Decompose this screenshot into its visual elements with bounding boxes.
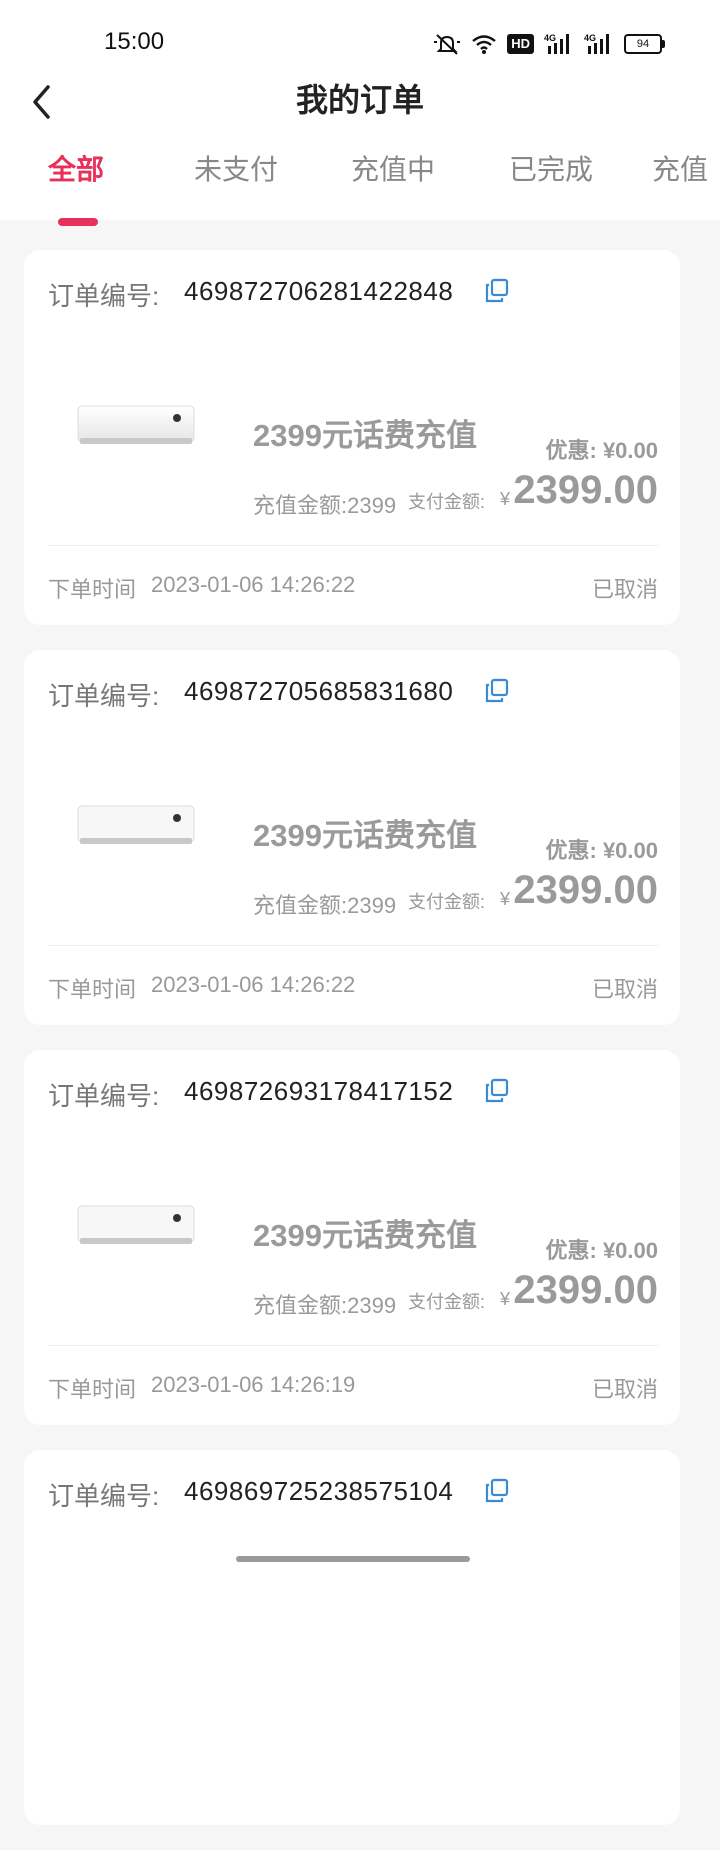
svg-text:4G: 4G: [584, 33, 596, 43]
order-card[interactable]: 订单编号: 469872693178417152 2399元话费充值 优惠: ¥…: [24, 1050, 680, 1425]
divider: [48, 545, 658, 546]
order-number-label: 订单编号:: [48, 1081, 160, 1111]
wifi-icon: [471, 33, 497, 55]
home-indicator[interactable]: [236, 1556, 470, 1562]
order-card[interactable]: 订单编号: 469872706281422848 2399元话费充值 优惠: ¥…: [24, 250, 680, 625]
pay-amount-label: 支付金额:: [408, 492, 486, 512]
pay-amount-label: 支付金额:: [408, 1292, 486, 1312]
copy-icon[interactable]: [484, 1078, 510, 1104]
product-name: 2399元话费充值: [253, 418, 477, 453]
pay-amount-label: 支付金额:: [408, 892, 486, 912]
order-card[interactable]: 订单编号: 469869725238575104: [24, 1450, 680, 1825]
copy-icon[interactable]: [484, 278, 510, 304]
discount: 优惠: ¥0.00: [545, 838, 659, 863]
recharge-amount: 充值金额:2399: [253, 893, 397, 918]
divider: [48, 945, 658, 946]
order-number: 469872705685831680: [184, 676, 454, 706]
order-time-label: 下单时间: [48, 577, 137, 602]
order-time-label: 下单时间: [48, 1377, 137, 1402]
order-time: 2023-01-06 14:26:22: [151, 972, 356, 997]
recharge-amount: 充值金额:2399: [253, 493, 397, 518]
pay-amount: 2399.00: [513, 1268, 658, 1312]
svg-text:4G: 4G: [544, 33, 556, 43]
tab-unpaid[interactable]: 未支付: [194, 150, 278, 190]
discount: 优惠: ¥0.00: [545, 1238, 659, 1263]
order-status: 已取消: [591, 1377, 658, 1402]
status-time: 15:00: [104, 28, 165, 55]
currency-symbol: ¥: [500, 1289, 511, 1309]
battery-icon: 94: [624, 34, 665, 54]
tab-all[interactable]: 全部: [48, 150, 104, 190]
air-conditioner-image: [77, 405, 195, 444]
tab-completed[interactable]: 已完成: [509, 150, 593, 190]
mute-bell-icon: [433, 32, 461, 56]
pay-amount: 2399.00: [513, 868, 658, 912]
recharge-amount: 充值金额:2399: [253, 1293, 397, 1318]
product-name: 2399元话费充值: [253, 1218, 477, 1253]
product-name: 2399元话费充值: [253, 818, 477, 853]
signal-sim2-icon: 4G: [584, 32, 614, 56]
pay-amount: 2399.00: [513, 468, 658, 512]
tab-recharging[interactable]: 充值中: [351, 150, 435, 190]
order-number: 469869725238575104: [184, 1476, 454, 1506]
air-conditioner-image: [77, 1205, 195, 1244]
order-number: 469872693178417152: [184, 1076, 454, 1106]
order-card[interactable]: 订单编号: 469872705685831680 2399元话费充值 优惠: ¥…: [24, 650, 680, 1025]
copy-icon[interactable]: [484, 1478, 510, 1504]
tab-recharge-partial[interactable]: 充值: [652, 150, 708, 190]
active-tab-indicator: [58, 218, 98, 226]
nav-bar: 我的订单 全部 未支付 充值中 已完成 充值: [0, 80, 720, 220]
copy-icon[interactable]: [484, 678, 510, 704]
order-number-label: 订单编号:: [48, 281, 160, 311]
order-time: 2023-01-06 14:26:19: [151, 1372, 356, 1397]
page-title: 我的订单: [295, 82, 424, 118]
discount: 优惠: ¥0.00: [545, 438, 659, 463]
status-bar: 15:00 HD 4G 4G 94: [0, 0, 720, 80]
order-time-label: 下单时间: [48, 977, 137, 1002]
order-status: 已取消: [591, 977, 658, 1002]
order-status-tabs: 全部 未支付 充值中 已完成 充值: [0, 150, 720, 220]
order-number-label: 订单编号:: [48, 681, 160, 711]
status-icons: HD 4G 4G 94: [433, 30, 665, 58]
currency-symbol: ¥: [500, 489, 511, 509]
currency-symbol: ¥: [500, 889, 511, 909]
hd-badge: HD: [507, 34, 534, 54]
order-number-label: 订单编号:: [48, 1481, 160, 1511]
order-time: 2023-01-06 14:26:22: [151, 572, 356, 597]
order-status: 已取消: [591, 577, 658, 602]
air-conditioner-image: [77, 805, 195, 844]
order-number: 469872706281422848: [184, 276, 454, 306]
order-list: 订单编号: 469872706281422848 2399元话费充值 优惠: ¥…: [24, 250, 680, 1850]
signal-sim1-icon: 4G: [544, 32, 574, 56]
divider: [48, 1345, 658, 1346]
